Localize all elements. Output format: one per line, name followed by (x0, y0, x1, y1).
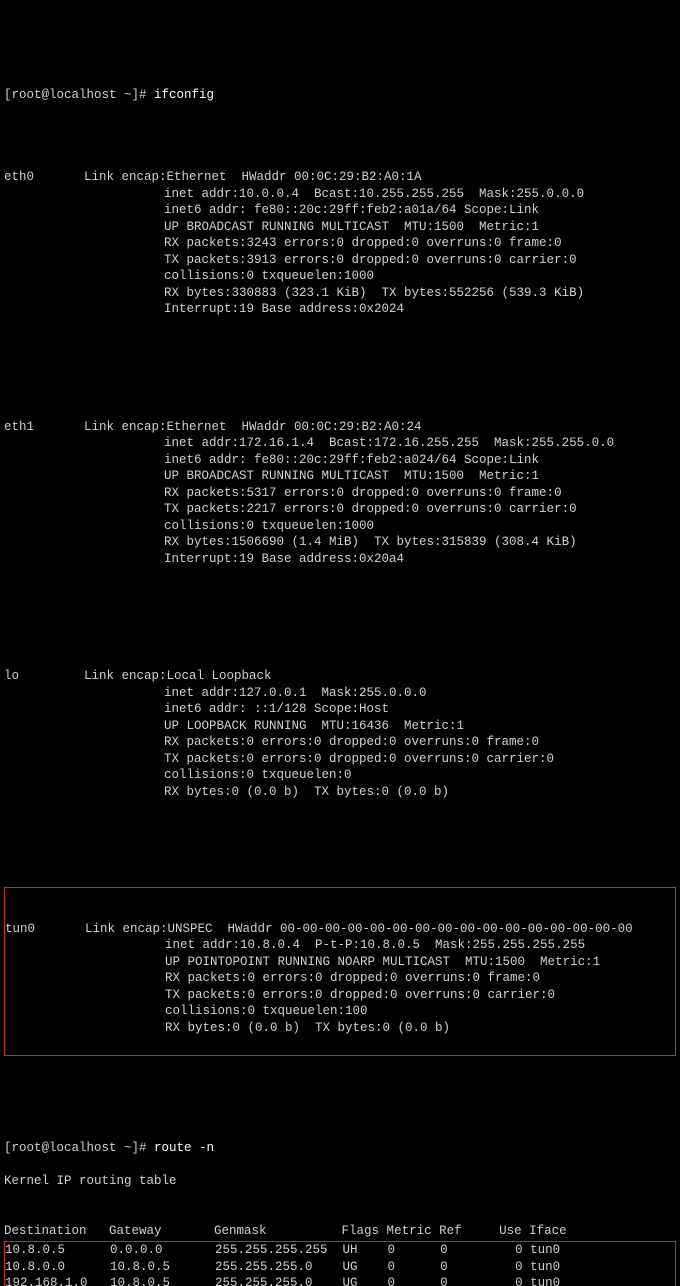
iface-eth1-block: eth1Link encap:Ethernet HWaddr 00:0C:29:… (4, 402, 676, 567)
tun0-inet: inet addr:10.8.0.4 P-t-P:10.8.0.5 Mask:2… (85, 938, 585, 952)
tun0-link: Link encap:UNSPEC HWaddr 00-00-00-00-00-… (85, 922, 633, 936)
prompt-text: [root@localhost ~]# (4, 88, 154, 102)
lo-rx: RX packets:0 errors:0 dropped:0 overruns… (84, 735, 539, 749)
lo-link: Link encap:Local Loopback (84, 669, 272, 683)
command-route: route -n (154, 1141, 214, 1155)
eth0-inet6: inet6 addr: fe80::20c:29ff:feb2:a01a/64 … (84, 203, 539, 217)
iface-body: Link encap:Ethernet HWaddr 00:0C:29:B2:A… (84, 169, 584, 318)
iface-name-lo: lo (4, 668, 84, 685)
eth0-rx: RX packets:3243 errors:0 dropped:0 overr… (84, 236, 562, 250)
eth1-flags: UP BROADCAST RUNNING MULTICAST MTU:1500 … (84, 469, 539, 483)
eth0-flags: UP BROADCAST RUNNING MULTICAST MTU:1500 … (84, 220, 539, 234)
iface-name-eth1: eth1 (4, 419, 84, 436)
command-ifconfig: ifconfig (154, 88, 214, 102)
lo-inet6: inet6 addr: ::1/128 Scope:Host (84, 702, 389, 716)
tun0-coll: collisions:0 txqueuelen:100 (85, 1004, 368, 1018)
shell-prompt-line-2[interactable]: [root@localhost ~]# route -n (4, 1140, 676, 1157)
route-highlight-box: 10.8.0.5 0.0.0.0 255.255.255.255 UH 0 0 … (4, 1241, 676, 1286)
eth1-coll: collisions:0 txqueuelen:1000 (84, 519, 374, 533)
iface-body: Link encap:UNSPEC HWaddr 00-00-00-00-00-… (85, 921, 633, 1037)
iface-tun0-block: tun0Link encap:UNSPEC HWaddr 00-00-00-00… (5, 904, 673, 1036)
eth0-inet: inet addr:10.0.0.4 Bcast:10.255.255.255 … (84, 187, 584, 201)
tun0-bytes: RX bytes:0 (0.0 b) TX bytes:0 (0.0 b) (85, 1021, 450, 1035)
lo-coll: collisions:0 txqueuelen:0 (84, 768, 352, 782)
tun0-rx: RX packets:0 errors:0 dropped:0 overruns… (85, 971, 540, 985)
route-row: 10.8.0.0 10.8.0.5 255.255.255.0 UG 0 0 0… (5, 1259, 673, 1276)
route-title: Kernel IP routing table (4, 1173, 676, 1190)
iface-body: Link encap:Ethernet HWaddr 00:0C:29:B2:A… (84, 419, 614, 568)
lo-tx: TX packets:0 errors:0 dropped:0 overruns… (84, 752, 554, 766)
shell-prompt-line[interactable]: [root@localhost ~]# ifconfig (4, 87, 676, 104)
lo-bytes: RX bytes:0 (0.0 b) TX bytes:0 (0.0 b) (84, 785, 449, 799)
iface-name-tun0: tun0 (5, 921, 85, 938)
lo-inet: inet addr:127.0.0.1 Mask:255.0.0.0 (84, 686, 427, 700)
tun0-flags: UP POINTOPOINT RUNNING NOARP MULTICAST M… (85, 955, 600, 969)
tun0-highlight-box: tun0Link encap:UNSPEC HWaddr 00-00-00-00… (4, 887, 676, 1056)
eth0-irq: Interrupt:19 Base address:0x2024 (84, 302, 404, 316)
eth1-inet: inet addr:172.16.1.4 Bcast:172.16.255.25… (84, 436, 614, 450)
eth1-bytes: RX bytes:1506690 (1.4 MiB) TX bytes:3158… (84, 535, 577, 549)
eth1-link: Link encap:Ethernet HWaddr 00:0C:29:B2:A… (84, 420, 422, 434)
eth1-inet6: inet6 addr: fe80::20c:29ff:feb2:a024/64 … (84, 453, 539, 467)
tun0-tx: TX packets:0 errors:0 dropped:0 overruns… (85, 988, 555, 1002)
prompt-text: [root@localhost ~]# (4, 1141, 154, 1155)
iface-eth0-block: eth0Link encap:Ethernet HWaddr 00:0C:29:… (4, 153, 676, 318)
eth1-tx: TX packets:2217 errors:0 dropped:0 overr… (84, 502, 577, 516)
eth1-rx: RX packets:5317 errors:0 dropped:0 overr… (84, 486, 562, 500)
eth0-tx: TX packets:3913 errors:0 dropped:0 overr… (84, 253, 577, 267)
route-table: Destination Gateway Genmask Flags Metric… (4, 1223, 676, 1286)
eth0-link: Link encap:Ethernet HWaddr 00:0C:29:B2:A… (84, 170, 422, 184)
iface-lo-block: loLink encap:Local Loopback inet addr:12… (4, 652, 676, 801)
eth1-irq: Interrupt:19 Base address:0x20a4 (84, 552, 404, 566)
eth0-coll: collisions:0 txqueuelen:1000 (84, 269, 374, 283)
route-header-row: Destination Gateway Genmask Flags Metric… (4, 1223, 676, 1240)
iface-name-eth0: eth0 (4, 169, 84, 186)
iface-body: Link encap:Local Loopback inet addr:127.… (84, 668, 554, 800)
lo-flags: UP LOOPBACK RUNNING MTU:16436 Metric:1 (84, 719, 464, 733)
route-row: 192.168.1.0 10.8.0.5 255.255.255.0 UG 0 … (5, 1275, 673, 1286)
route-row: 10.8.0.5 0.0.0.0 255.255.255.255 UH 0 0 … (5, 1242, 673, 1259)
eth0-bytes: RX bytes:330883 (323.1 KiB) TX bytes:552… (84, 286, 584, 300)
